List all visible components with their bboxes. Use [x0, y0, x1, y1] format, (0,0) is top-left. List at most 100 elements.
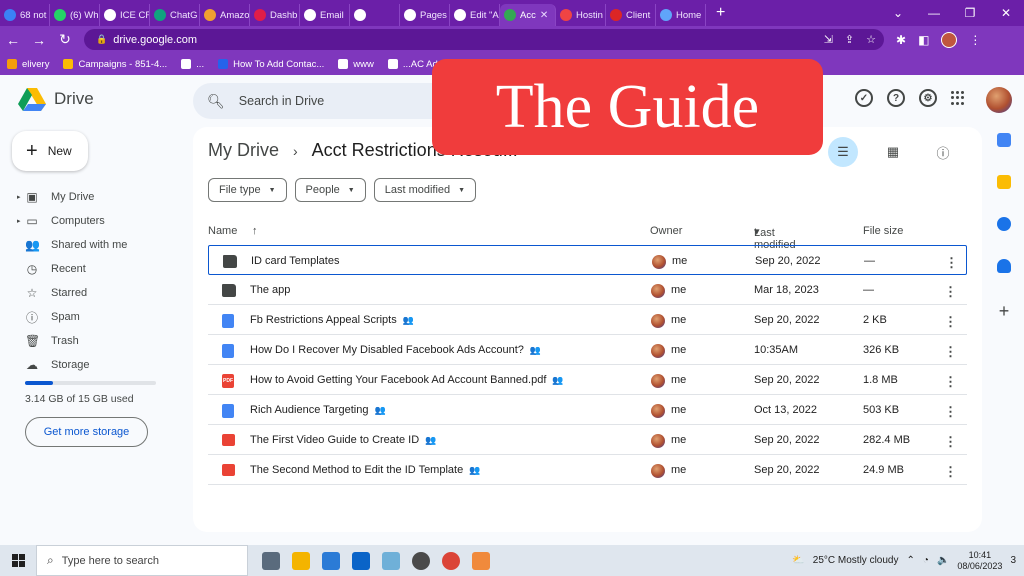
browser-tab[interactable]: Edit "A: [450, 4, 500, 26]
install-app-icon[interactable]: ⇲: [824, 33, 833, 46]
task-view-icon[interactable]: [262, 551, 280, 570]
keep-icon[interactable]: [997, 175, 1011, 189]
tray-chevron-icon[interactable]: ⌃: [907, 555, 915, 566]
share-icon[interactable]: ⇪: [845, 33, 854, 46]
bookmark-item[interactable]: www: [331, 59, 381, 70]
more-actions-icon[interactable]: ⋮: [944, 344, 957, 360]
sort-arrow-icon[interactable]: ↑: [252, 225, 258, 237]
sidebar-item-recent[interactable]: ◷ Recent: [0, 257, 180, 281]
file-name[interactable]: The First Video Guide to Create ID 👥: [250, 434, 436, 446]
bookmark-star-icon[interactable]: ☆: [866, 33, 876, 46]
filter-icon[interactable]: ☰: [828, 137, 858, 167]
grid-view-icon[interactable]: ▦: [878, 137, 908, 167]
restore-icon[interactable]: ❐: [952, 6, 988, 20]
table-row[interactable]: Rich Audience Targeting 👥 me Oct 13, 2022 50…: [208, 395, 967, 425]
more-actions-icon[interactable]: ⋮: [945, 255, 958, 271]
file-name[interactable]: The app: [250, 284, 290, 296]
store-icon[interactable]: [322, 551, 340, 570]
sidebar-item-starred[interactable]: ☆ Starred: [0, 281, 180, 305]
tab-search-icon[interactable]: ⌄: [880, 6, 916, 20]
table-row[interactable]: ID card Templates me Sep 20, 2022 — ⋮: [208, 245, 967, 275]
browser-menu-icon[interactable]: ⋮: [969, 33, 981, 47]
sidebar-item-computers[interactable]: ▸ ▭ Computers: [0, 209, 180, 233]
notifications-count[interactable]: 3: [1010, 555, 1016, 566]
minimize-icon[interactable]: —: [916, 6, 952, 20]
filter-chip-file-type[interactable]: File type ▼: [208, 178, 287, 202]
account-avatar[interactable]: [986, 87, 1012, 113]
more-actions-icon[interactable]: ⋮: [944, 374, 957, 390]
sidebar-item-spam[interactable]: ⓘ Spam: [0, 305, 180, 329]
browser-tab[interactable]: Acc ✕: [500, 4, 556, 26]
table-row[interactable]: The Second Method to Edit the ID Templat…: [208, 455, 967, 485]
volume-icon[interactable]: 🔈: [937, 555, 949, 566]
bookmark-item[interactable]: ...: [174, 59, 211, 70]
start-button[interactable]: [0, 554, 36, 567]
mail-icon[interactable]: [352, 551, 370, 570]
taskbar-search-input[interactable]: ⌕ Type here to search: [36, 545, 248, 576]
file-name[interactable]: The Second Method to Edit the ID Templat…: [250, 464, 480, 476]
browser-tab[interactable]: Pages: [400, 4, 450, 26]
browser-tab[interactable]: 68 not: [0, 4, 50, 26]
more-actions-icon[interactable]: ⋮: [944, 464, 957, 480]
close-window-icon[interactable]: ✕: [988, 6, 1024, 20]
more-actions-icon[interactable]: ⋮: [944, 404, 957, 420]
expand-caret-icon[interactable]: ▸: [17, 193, 21, 201]
notepad-icon[interactable]: [382, 551, 400, 570]
more-actions-icon[interactable]: ⋮: [944, 284, 957, 300]
file-name[interactable]: ID card Templates: [251, 255, 339, 267]
reload-icon[interactable]: ↻: [52, 31, 78, 48]
browser-tab[interactable]: Amazo: [200, 4, 250, 26]
profile-avatar[interactable]: [941, 31, 958, 48]
settings-icon[interactable]: [412, 551, 430, 570]
search-icon[interactable]: 🔍︎: [207, 93, 225, 110]
sidebar-item-trash[interactable]: 🗑 Trash: [0, 329, 180, 353]
column-name[interactable]: Name: [208, 225, 237, 237]
details-info-icon[interactable]: ⓘ: [928, 137, 958, 167]
forward-icon[interactable]: →: [26, 32, 52, 48]
filter-chip-people[interactable]: People ▼: [294, 178, 366, 202]
sidebar-item-my-drive[interactable]: ▸ ▣ My Drive: [0, 185, 180, 209]
chrome-icon[interactable]: [442, 551, 460, 570]
breadcrumb-my-drive[interactable]: My Drive: [208, 140, 279, 161]
table-row[interactable]: The First Video Guide to Create ID 👥 me Sep…: [208, 425, 967, 455]
bookmark-item[interactable]: How To Add Contac...: [211, 59, 331, 70]
expand-caret-icon[interactable]: ▸: [17, 217, 21, 225]
table-row[interactable]: How Do I Recover My Disabled Facebook Ad…: [208, 335, 967, 365]
browser-tab[interactable]: Client: [606, 4, 656, 26]
browser-tab[interactable]: ICE CR: [100, 4, 150, 26]
tab-close-icon[interactable]: ✕: [540, 10, 548, 21]
sidebar-toggle-icon[interactable]: ◧: [918, 33, 929, 47]
browser-tab[interactable]: [350, 4, 400, 26]
contacts-icon[interactable]: [997, 259, 1011, 273]
table-row[interactable]: Fb Restrictions Appeal Scripts 👥 me Sep 20,…: [208, 305, 967, 335]
file-name[interactable]: Rich Audience Targeting 👥: [250, 404, 386, 416]
drive-logo[interactable]: Drive: [18, 87, 94, 111]
app-icon[interactable]: [472, 551, 490, 570]
new-button[interactable]: + New: [12, 131, 88, 171]
table-row[interactable]: PDF How to Avoid Getting Your Facebook Ad…: [208, 365, 967, 395]
more-actions-icon[interactable]: ⋮: [944, 434, 957, 450]
bookmark-item[interactable]: Campaigns - 851-4...: [56, 59, 174, 70]
back-icon[interactable]: ←: [0, 32, 26, 48]
offline-status-icon[interactable]: ✓: [855, 89, 873, 107]
weather-text[interactable]: 25°C Mostly cloudy: [813, 555, 899, 566]
new-tab-button[interactable]: +: [706, 4, 735, 22]
bookmark-item[interactable]: elivery: [0, 59, 56, 70]
browser-tab[interactable]: Hostin: [556, 4, 606, 26]
file-name[interactable]: Fb Restrictions Appeal Scripts 👥: [250, 314, 414, 326]
browser-tab[interactable]: Dashb: [250, 4, 300, 26]
add-addon-icon[interactable]: +: [990, 301, 1018, 322]
clock[interactable]: 10:41 08/06/2023: [957, 550, 1002, 572]
column-last-modified[interactable]: Last modified ▾: [754, 225, 796, 251]
file-name[interactable]: How to Avoid Getting Your Facebook Ad Ac…: [250, 374, 564, 386]
wifi-icon[interactable]: ◔: [923, 555, 929, 566]
calendar-icon[interactable]: [997, 133, 1011, 147]
filter-chip-last-modified[interactable]: Last modified ▼: [373, 178, 477, 202]
sidebar-item-storage[interactable]: ☁ Storage: [0, 353, 180, 377]
table-row[interactable]: The app me Mar 18, 2023 — ⋮: [208, 275, 967, 305]
tasks-icon[interactable]: [997, 217, 1011, 231]
browser-tab[interactable]: Email: [300, 4, 350, 26]
file-explorer-icon[interactable]: [292, 551, 310, 570]
more-actions-icon[interactable]: ⋮: [944, 314, 957, 330]
file-name[interactable]: How Do I Recover My Disabled Facebook Ad…: [250, 344, 541, 356]
